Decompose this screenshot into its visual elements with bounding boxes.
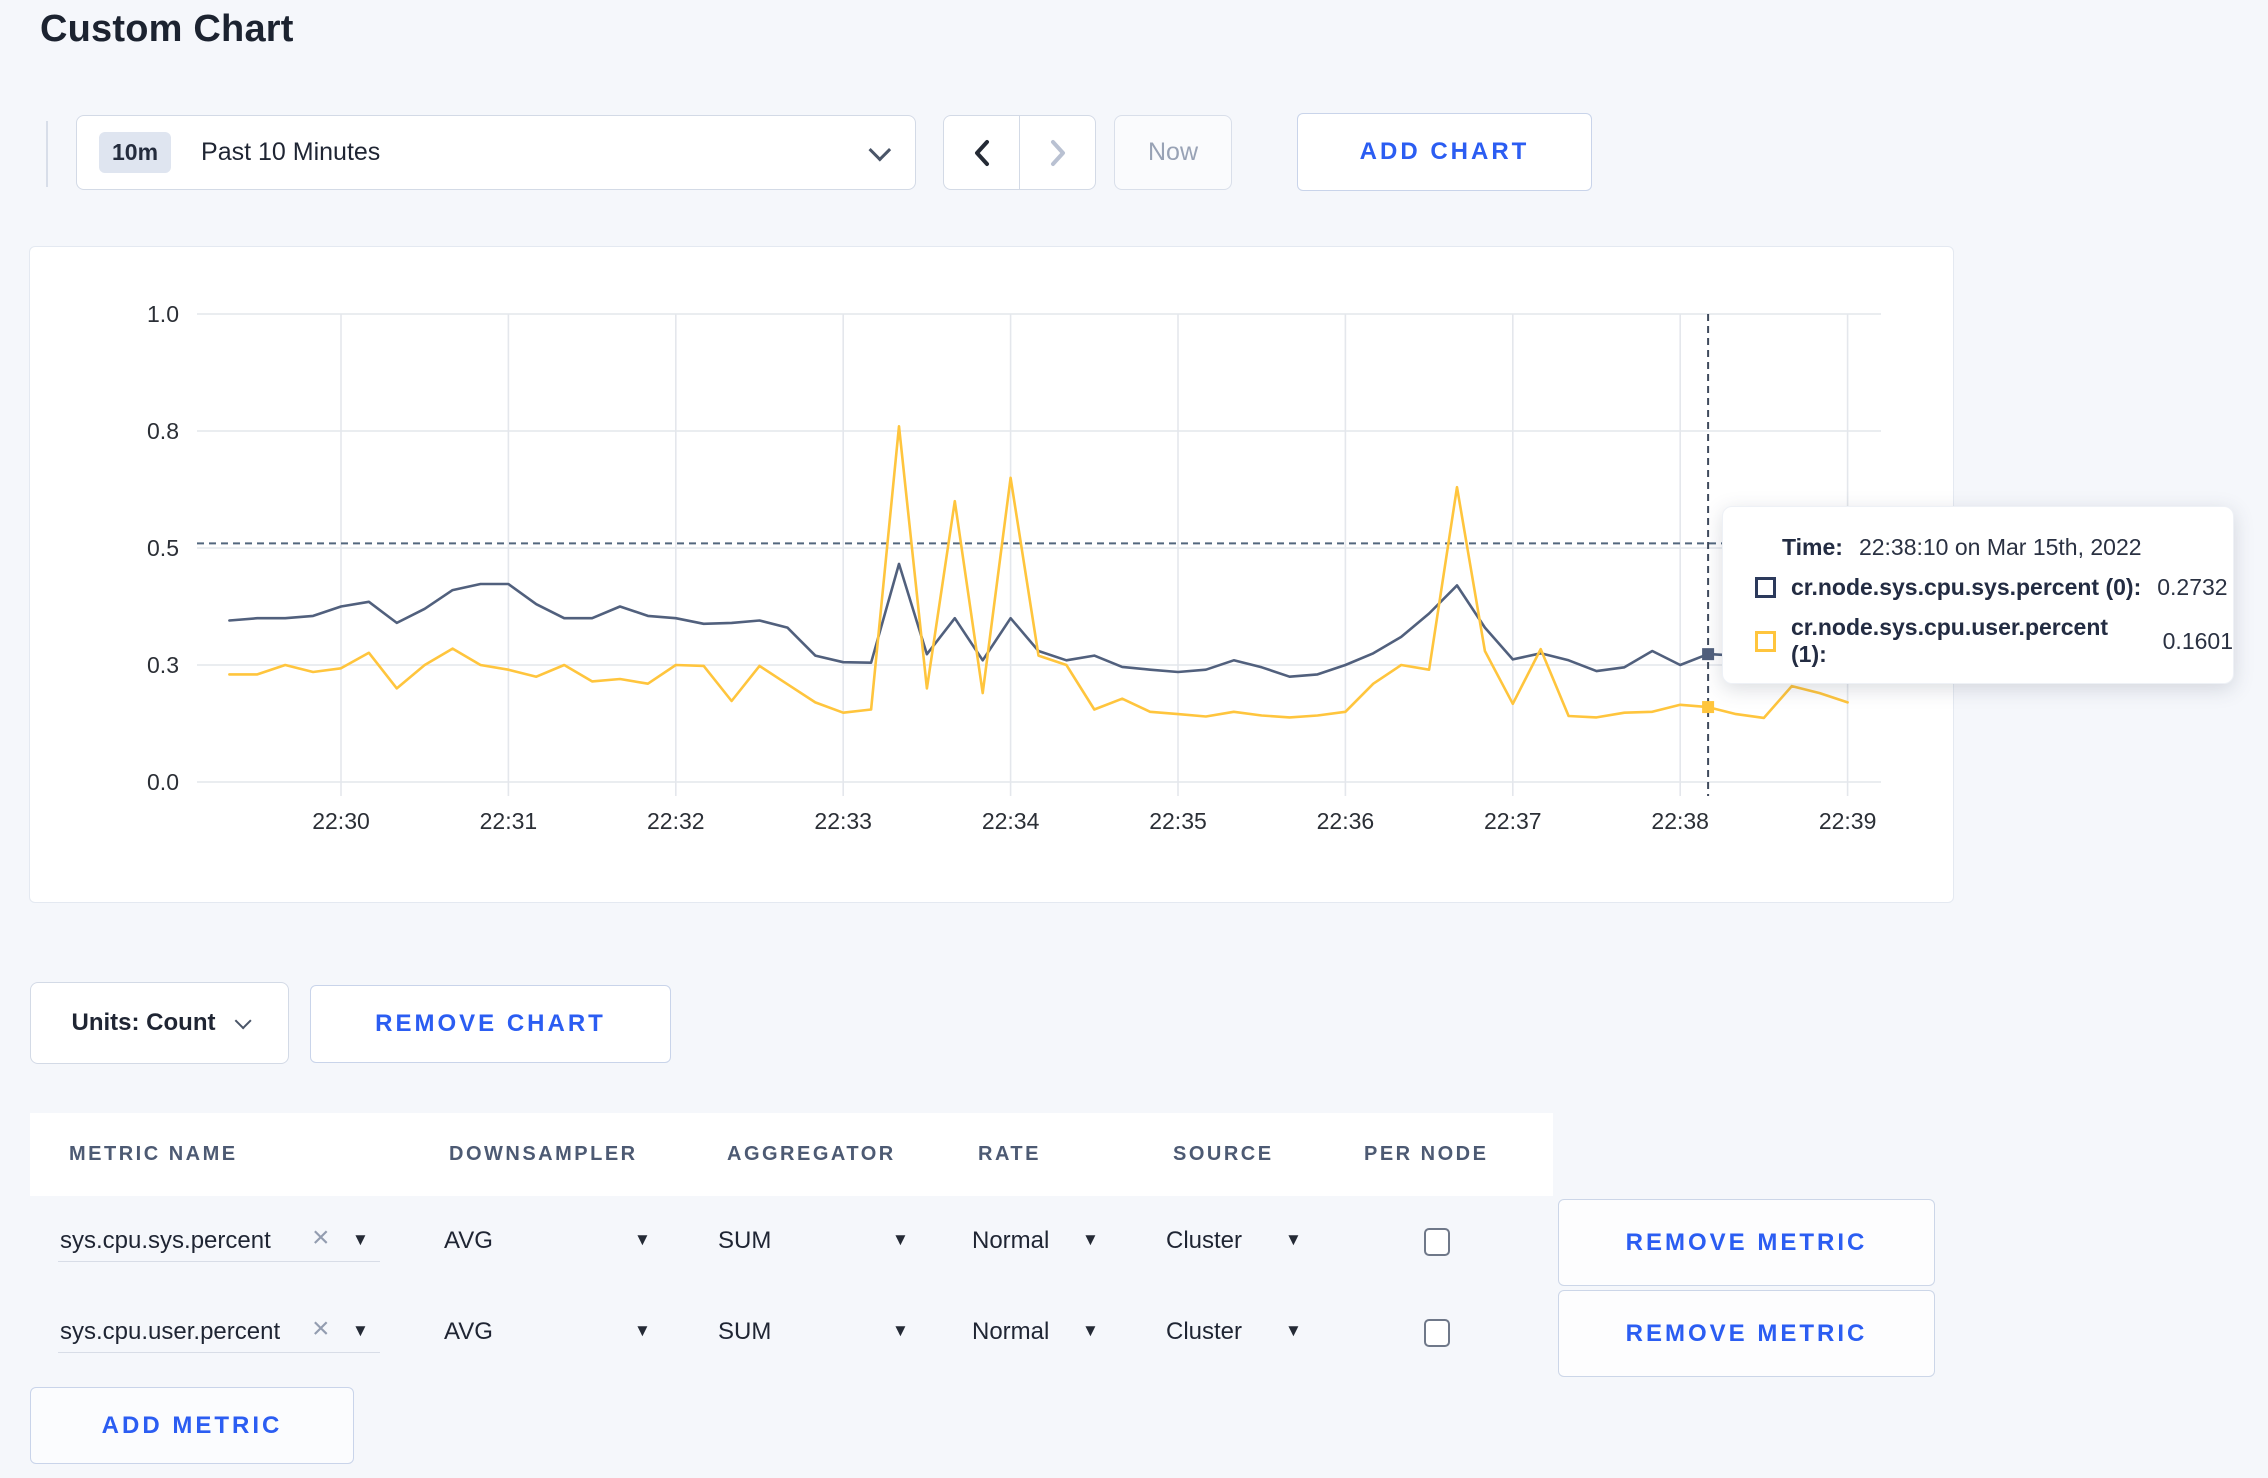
toolbar-divider: [46, 121, 48, 187]
per-node-checkbox[interactable]: [1424, 1228, 1450, 1256]
dropdown-arrow-icon[interactable]: ▼: [634, 1321, 651, 1341]
now-button-label: Now: [1147, 138, 1198, 166]
chevron-down-icon: [235, 1012, 253, 1030]
dropdown-arrow-icon[interactable]: ▼: [892, 1230, 909, 1250]
metrics-table-header: METRIC NAME DOWNSAMPLER AGGREGATOR RATE …: [30, 1113, 1553, 1196]
tooltip-series-label: cr.node.sys.cpu.sys.percent (0):: [1791, 574, 2142, 600]
remove-metric-button[interactable]: REMOVE METRIC: [1558, 1290, 1935, 1377]
time-range-label: Past 10 Minutes: [201, 138, 381, 166]
page-title: Custom Chart: [40, 8, 294, 50]
time-step-buttons: [943, 115, 1096, 190]
remove-metric-button[interactable]: REMOVE METRIC: [1558, 1199, 1935, 1286]
svg-text:22:30: 22:30: [312, 808, 370, 834]
cpu-usage-chart[interactable]: 22:30 22:31 22:32 22:33 22:34 22:35 22:36 22:37…: [30, 247, 1955, 904]
svg-text:0.3: 0.3: [147, 652, 179, 678]
svg-text:22:35: 22:35: [1149, 808, 1207, 834]
step-forward-button[interactable]: [1019, 116, 1095, 189]
svg-text:22:31: 22:31: [480, 808, 538, 834]
close-icon[interactable]: ×: [312, 1223, 330, 1253]
dropdown-arrow-icon[interactable]: ▼: [352, 1230, 369, 1250]
svg-text:22:39: 22:39: [1819, 808, 1877, 834]
aggregator-select[interactable]: SUM: [718, 1318, 771, 1346]
chart-tooltip: Time: 22:38:10 on Mar 15th, 2022 cr.node…: [1722, 506, 2234, 684]
table-row: sys.cpu.sys.percent × ▼ AVG ▼ SUM ▼ Norm…: [30, 1199, 1980, 1286]
metric-name-underline: [58, 1352, 380, 1353]
downsampler-select[interactable]: AVG: [444, 1318, 493, 1346]
tooltip-series-row: cr.node.sys.cpu.user.percent (1): 0.1601: [1755, 614, 2233, 668]
svg-text:0.8: 0.8: [147, 418, 179, 444]
column-header-aggregator: AGGREGATOR: [727, 1143, 896, 1165]
dropdown-arrow-icon[interactable]: ▼: [1285, 1230, 1302, 1250]
chevron-down-icon: [868, 138, 892, 161]
dropdown-arrow-icon[interactable]: ▼: [634, 1230, 651, 1250]
now-button[interactable]: Now: [1114, 115, 1232, 190]
chart-card: 22:30 22:31 22:32 22:33 22:34 22:35 22:36 22:37…: [29, 246, 1954, 903]
svg-text:22:37: 22:37: [1484, 808, 1542, 834]
chevron-left-icon: [974, 139, 989, 166]
source-select[interactable]: Cluster: [1166, 1227, 1242, 1255]
aggregator-select[interactable]: SUM: [718, 1227, 771, 1255]
custom-chart-page: { "page": { "title": "Custom Chart" }, "…: [0, 0, 2268, 1478]
column-header-per-node: PER NODE: [1364, 1143, 1489, 1165]
tooltip-time-value: 22:38:10 on Mar 15th, 2022: [1858, 534, 2142, 560]
downsampler-select[interactable]: AVG: [444, 1227, 493, 1255]
tooltip-time-row: Time: 22:38:10 on Mar 15th, 2022: [1782, 534, 2233, 561]
column-header-downsampler: DOWNSAMPLER: [449, 1143, 638, 1165]
series-user-swatch-icon: [1755, 630, 1776, 652]
units-select-label: Units: Count: [71, 1009, 216, 1036]
dropdown-arrow-icon[interactable]: ▼: [352, 1321, 369, 1341]
dropdown-arrow-icon[interactable]: ▼: [892, 1321, 909, 1341]
per-node-checkbox[interactable]: [1424, 1319, 1450, 1347]
add-metric-label: ADD METRIC: [101, 1411, 283, 1439]
svg-text:0.5: 0.5: [147, 535, 179, 561]
close-icon[interactable]: ×: [312, 1314, 330, 1344]
metric-name-select[interactable]: sys.cpu.user.percent: [60, 1318, 280, 1346]
dropdown-arrow-icon[interactable]: ▼: [1082, 1321, 1099, 1341]
chevron-right-icon: [1050, 139, 1065, 166]
column-header-source: SOURCE: [1173, 1143, 1274, 1165]
svg-text:22:34: 22:34: [982, 808, 1040, 834]
svg-text:0.0: 0.0: [147, 769, 179, 795]
dropdown-arrow-icon[interactable]: ▼: [1082, 1230, 1099, 1250]
add-chart-button[interactable]: ADD CHART: [1297, 113, 1592, 191]
tooltip-time-label: Time:: [1782, 534, 1843, 560]
tooltip-series-value: 0.2732: [2157, 574, 2228, 600]
add-metric-button[interactable]: ADD METRIC: [30, 1387, 354, 1464]
tooltip-series-value: 0.1601: [2162, 627, 2233, 654]
remove-chart-button[interactable]: REMOVE CHART: [310, 985, 671, 1063]
dropdown-arrow-icon[interactable]: ▼: [1285, 1321, 1302, 1341]
svg-text:22:36: 22:36: [1317, 808, 1375, 834]
units-select[interactable]: Units: Count: [30, 982, 289, 1064]
step-back-button[interactable]: [944, 116, 1019, 189]
tooltip-series-label: cr.node.sys.cpu.user.percent (1):: [1791, 614, 2109, 667]
metric-name-underline: [58, 1261, 380, 1262]
table-row: sys.cpu.user.percent × ▼ AVG ▼ SUM ▼ Nor…: [30, 1290, 1980, 1377]
svg-text:1.0: 1.0: [147, 301, 179, 327]
rate-select[interactable]: Normal: [972, 1318, 1049, 1346]
svg-text:22:38: 22:38: [1651, 808, 1709, 834]
time-range-badge: 10m: [99, 132, 172, 173]
tooltip-series-row: cr.node.sys.cpu.sys.percent (0): 0.2732: [1755, 574, 2233, 601]
column-header-metric-name: METRIC NAME: [69, 1143, 238, 1165]
column-header-rate: RATE: [978, 1143, 1041, 1165]
remove-metric-label: REMOVE METRIC: [1625, 1228, 1868, 1256]
add-chart-label: ADD CHART: [1359, 138, 1530, 165]
svg-text:22:32: 22:32: [647, 808, 705, 834]
remove-chart-label: REMOVE CHART: [375, 1010, 606, 1037]
metric-name-select[interactable]: sys.cpu.sys.percent: [60, 1227, 271, 1255]
source-select[interactable]: Cluster: [1166, 1318, 1242, 1346]
rate-select[interactable]: Normal: [972, 1227, 1049, 1255]
series-sys-swatch-icon: [1755, 577, 1776, 598]
time-range-select[interactable]: 10m Past 10 Minutes: [76, 115, 916, 190]
remove-metric-label: REMOVE METRIC: [1625, 1319, 1868, 1347]
svg-text:22:33: 22:33: [814, 808, 872, 834]
